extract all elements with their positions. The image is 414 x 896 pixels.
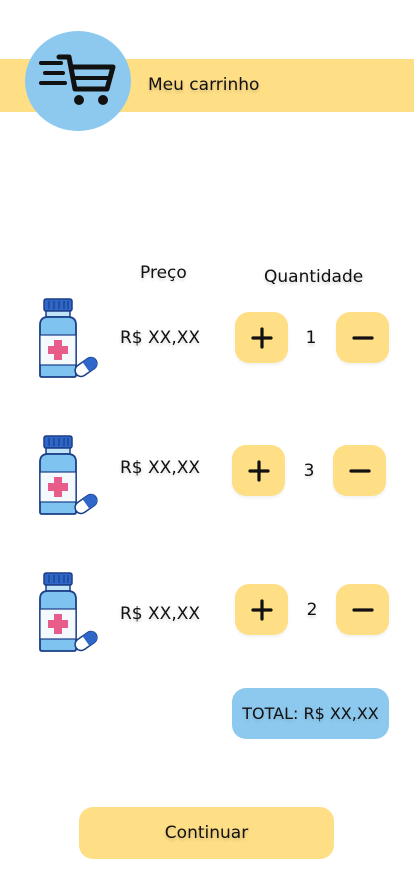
plus-icon xyxy=(250,326,273,349)
column-header-price: Preço xyxy=(140,263,187,283)
plus-icon xyxy=(247,459,270,482)
item-quantity: 1 xyxy=(305,328,317,348)
cart-logo xyxy=(25,31,131,131)
item-price: R$ XX,XX xyxy=(120,458,201,478)
item-price: R$ XX,XX xyxy=(120,328,201,348)
medicine-bottle-icon xyxy=(39,435,98,515)
minus-icon xyxy=(351,335,374,340)
item-quantity: 3 xyxy=(303,461,315,481)
minus-icon xyxy=(351,607,374,612)
column-header-quantity: Quantidade xyxy=(264,267,364,287)
decrease-quantity-button[interactable] xyxy=(336,312,389,363)
minus-icon xyxy=(348,468,371,473)
continue-button[interactable]: Continuar xyxy=(79,807,334,859)
total-amount: TOTAL: R$ XX,XX xyxy=(232,688,389,739)
decrease-quantity-button[interactable] xyxy=(333,445,386,496)
page-title: Meu carrinho xyxy=(148,75,260,95)
medicine-bottle-icon xyxy=(39,298,98,378)
increase-quantity-button[interactable] xyxy=(235,312,288,363)
item-quantity: 2 xyxy=(306,600,318,620)
decrease-quantity-button[interactable] xyxy=(336,584,389,635)
cart-screen: Meu carrinho Preço Quantidade R$ XX,XX 1… xyxy=(0,0,414,896)
plus-icon xyxy=(250,598,273,621)
increase-quantity-button[interactable] xyxy=(232,445,285,496)
item-price: R$ XX,XX xyxy=(120,604,201,624)
shopping-cart-fast-icon xyxy=(39,54,116,105)
medicine-bottle-icon xyxy=(39,572,98,652)
increase-quantity-button[interactable] xyxy=(235,584,288,635)
